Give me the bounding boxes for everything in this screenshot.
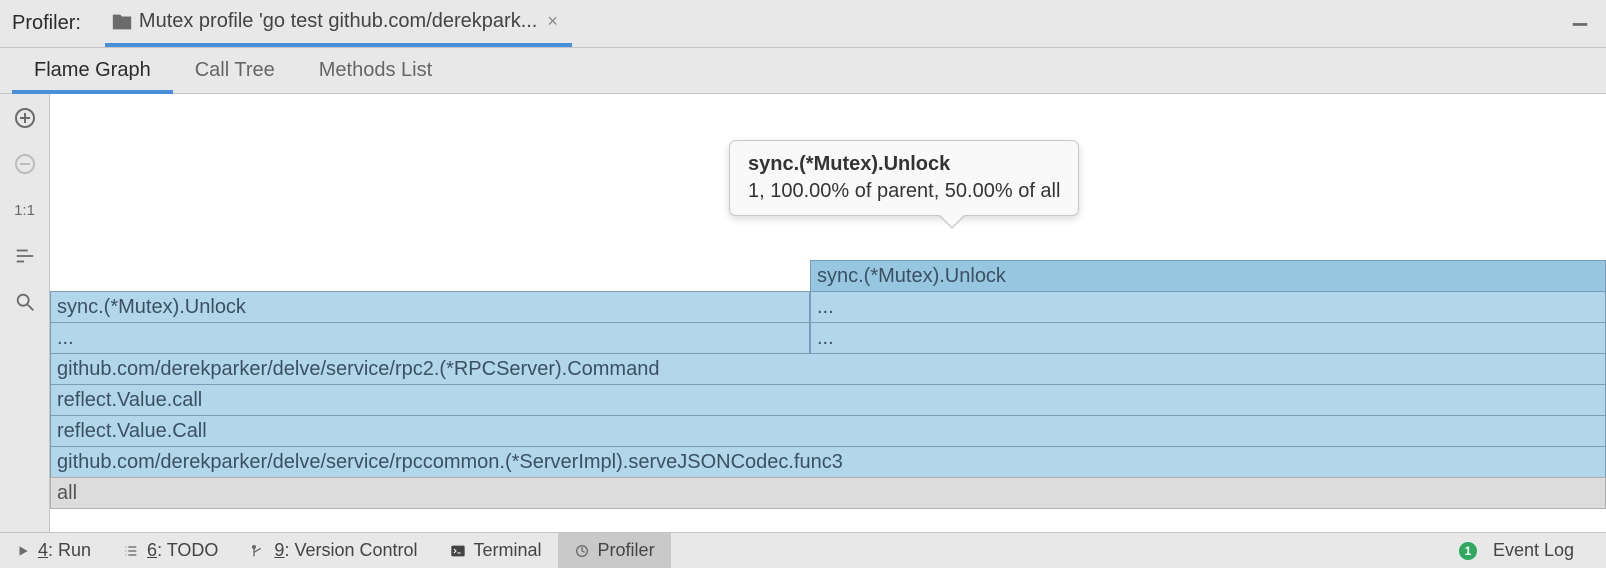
profiler-title: Profiler: bbox=[12, 12, 81, 35]
flame-graph-canvas[interactable]: sync.(*Mutex).Unlock 1, 100.00% of paren… bbox=[50, 94, 1606, 532]
terminal-text: Terminal bbox=[474, 540, 542, 561]
tab-call-tree-label: Call Tree bbox=[195, 59, 275, 82]
list-icon bbox=[123, 543, 139, 559]
event-log-badge: 1 bbox=[1459, 542, 1477, 560]
flame-frame[interactable]: github.com/derekparker/delve/service/rpc… bbox=[50, 353, 1606, 385]
version-control-tool-window-button[interactable]: 9: Version Control bbox=[234, 533, 433, 568]
branch-icon bbox=[250, 543, 266, 559]
tab-methods-list-label: Methods List bbox=[319, 59, 432, 82]
todo-accelerator: 6 bbox=[147, 540, 157, 560]
profile-tab-bar: Mutex profile 'go test github.com/derekp… bbox=[105, 0, 1524, 47]
frame-tooltip: sync.(*Mutex).Unlock 1, 100.00% of paren… bbox=[729, 140, 1079, 216]
flame-frame[interactable]: reflect.Value.Call bbox=[50, 415, 1606, 447]
flame-frame[interactable]: sync.(*Mutex).Unlock bbox=[50, 291, 810, 323]
flame-frame[interactable]: ... bbox=[810, 322, 1606, 354]
zoom-out-icon[interactable] bbox=[11, 150, 39, 178]
reset-zoom-icon[interactable]: 1:1 bbox=[11, 196, 39, 224]
tab-flame-graph[interactable]: Flame Graph bbox=[12, 48, 173, 93]
run-text: : Run bbox=[48, 540, 91, 560]
vc-text: : Version Control bbox=[284, 540, 417, 560]
profile-tab[interactable]: Mutex profile 'go test github.com/derekp… bbox=[105, 0, 572, 47]
profile-tab-label: Mutex profile 'go test github.com/derekp… bbox=[139, 10, 537, 33]
flame-frame[interactable]: sync.(*Mutex).Unlock bbox=[810, 260, 1606, 292]
tooltip-title: sync.(*Mutex).Unlock bbox=[748, 153, 1060, 176]
profiler-text: Profiler bbox=[598, 540, 655, 561]
event-log-text: Event Log bbox=[1493, 540, 1574, 561]
frame-label: sync.(*Mutex).Unlock bbox=[817, 265, 1006, 287]
status-label: 6: TODO bbox=[147, 540, 218, 561]
flame-frame[interactable]: ... bbox=[50, 322, 810, 354]
status-bar: 4: Run 6: TODO 9: Version Control Termin… bbox=[0, 532, 1606, 568]
play-icon bbox=[16, 544, 30, 558]
profiler-tool-window-button[interactable]: Profiler bbox=[558, 533, 671, 568]
flame-frame-base[interactable]: all bbox=[50, 477, 1606, 509]
frame-label: github.com/derekparker/delve/service/rpc… bbox=[57, 358, 659, 380]
terminal-icon bbox=[450, 543, 466, 559]
frame-label: github.com/derekparker/delve/service/rpc… bbox=[57, 451, 843, 473]
flame-frame[interactable]: github.com/derekparker/delve/service/rpc… bbox=[50, 446, 1606, 478]
frame-label: all bbox=[57, 482, 77, 504]
todo-text: : TODO bbox=[157, 540, 218, 560]
tab-flame-graph-label: Flame Graph bbox=[34, 59, 151, 82]
status-label: 9: Version Control bbox=[274, 540, 417, 561]
flame-toolbar: 1:1 bbox=[0, 94, 50, 532]
profiler-icon bbox=[574, 543, 590, 559]
event-log-button[interactable]: 1 Event Log bbox=[1443, 540, 1590, 561]
run-accelerator: 4 bbox=[38, 540, 48, 560]
zoom-in-icon[interactable] bbox=[11, 104, 39, 132]
view-tabs: Flame Graph Call Tree Methods List bbox=[0, 48, 1606, 94]
minimize-icon[interactable] bbox=[1566, 10, 1594, 38]
status-label: 4: Run bbox=[38, 540, 91, 561]
gear-icon[interactable] bbox=[1524, 10, 1552, 38]
tab-methods-list[interactable]: Methods List bbox=[297, 48, 454, 93]
tab-call-tree[interactable]: Call Tree bbox=[173, 48, 297, 93]
frame-label: reflect.Value.Call bbox=[57, 420, 207, 442]
frame-label: ... bbox=[817, 296, 834, 318]
frame-label: sync.(*Mutex).Unlock bbox=[57, 296, 246, 318]
vc-accelerator: 9 bbox=[274, 540, 284, 560]
search-icon[interactable] bbox=[11, 288, 39, 316]
close-icon[interactable]: × bbox=[547, 11, 558, 32]
run-tool-window-button[interactable]: 4: Run bbox=[0, 533, 107, 568]
frame-label: ... bbox=[57, 327, 74, 349]
todo-tool-window-button[interactable]: 6: TODO bbox=[107, 533, 234, 568]
flame-frame[interactable]: reflect.Value.call bbox=[50, 384, 1606, 416]
terminal-tool-window-button[interactable]: Terminal bbox=[434, 533, 558, 568]
flame-frame[interactable]: ... bbox=[810, 291, 1606, 323]
folder-icon bbox=[111, 11, 133, 33]
collapse-icon[interactable] bbox=[11, 242, 39, 270]
tooltip-detail: 1, 100.00% of parent, 50.00% of all bbox=[748, 180, 1060, 203]
frame-label: reflect.Value.call bbox=[57, 389, 202, 411]
frame-label: ... bbox=[817, 327, 834, 349]
